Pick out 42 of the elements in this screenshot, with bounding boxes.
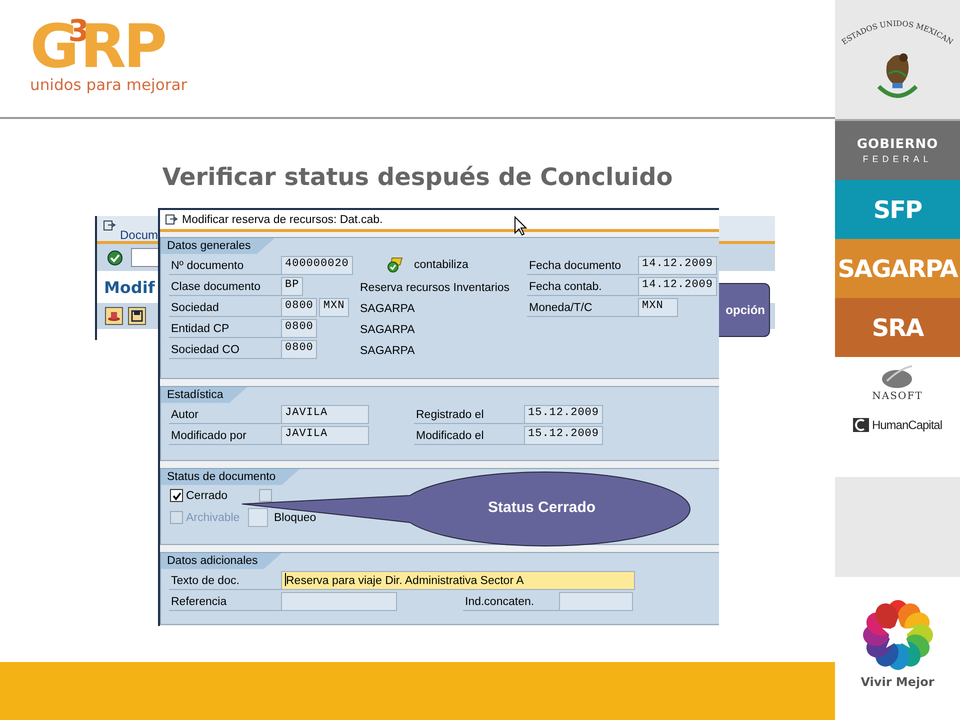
input-field[interactable]: 14.12.2009 [638,277,718,296]
input-field[interactable]: 15.12.2009 [524,426,604,445]
input-field[interactable]: MXN [319,298,349,317]
agency-name: SRA [872,314,924,342]
input-field[interactable]: 15.12.2009 [524,405,604,424]
logo-tagline: unidos para mejorar [30,76,188,94]
input-field[interactable]: BP [281,277,304,296]
panel-heading: Estadística [161,387,248,403]
info-text: SAGARPA [360,324,415,336]
partner-name: HumanCapital [872,418,942,432]
logo-text: Vivir Mejor [860,675,934,689]
checkbox-label: Archivable [186,512,240,524]
callout-text: Status Cerrado [488,499,596,516]
info-text: SAGARPA [360,303,415,315]
agency-name: SAGARPA [838,254,958,282]
input-field[interactable]: MXN [638,298,678,317]
window-title: Modificar reserva de recursos: Dat.cab. [182,214,383,226]
screen-title: Modif [104,277,155,299]
input-field[interactable]: JAVILA [281,426,369,445]
callout-text: opción [726,303,765,317]
panel-heading: Status de documento [161,469,300,485]
info-text: contabiliza [414,259,468,271]
input-field[interactable]: 400000020 [281,256,353,275]
panel-heading: Datos generales [161,238,275,254]
agency-name: SFP [873,196,922,224]
agency-subtitle: FEDERAL [862,154,932,164]
input-field[interactable]: 0800 [281,340,318,359]
input-field[interactable]: 0800 [281,298,318,317]
checkbox-label: Cerrado [186,490,228,502]
input-field[interactable]: Reserva para viaje Dir. Administrativa Sector A [281,571,635,590]
agency-name: GOBIERNO [856,137,938,152]
partner-name: NASOFT [872,391,923,402]
slide-title: Verificar status después de Concluido [161,162,674,191]
menu-item[interactable]: Docum [120,228,158,242]
field-label: Bloqueo [274,512,316,524]
panel-heading: Datos adicionales [161,553,282,569]
info-text: Reserva recursos Inventarios [360,282,510,294]
logo-wordmark: G$^{3}$RP [30,16,165,78]
input-field[interactable]: 0800 [281,319,318,338]
info-text: SAGARPA [360,345,415,357]
input-field[interactable]: JAVILA [281,405,369,424]
input-field[interactable]: 14.12.2009 [638,256,718,275]
